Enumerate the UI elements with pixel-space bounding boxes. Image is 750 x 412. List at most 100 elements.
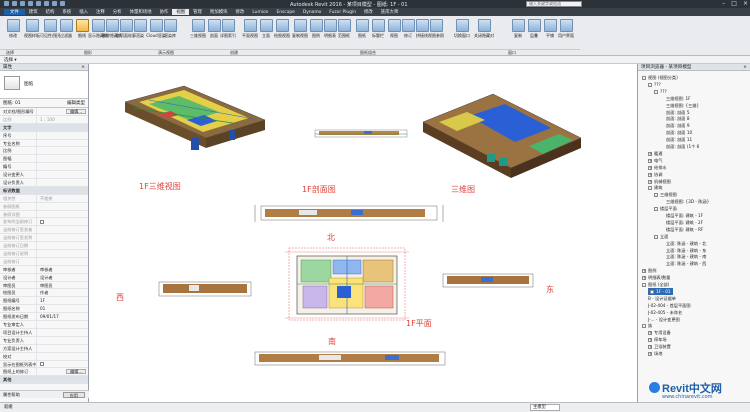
ribbon-button[interactable]: 渲染库 xyxy=(160,18,180,48)
property-value[interactable] xyxy=(37,226,88,233)
property-row[interactable]: 图幅 xyxy=(0,155,88,164)
property-row[interactable]: 设计者 设计者 xyxy=(0,273,88,282)
undo-icon[interactable] xyxy=(28,1,33,6)
expand-icon[interactable]: + xyxy=(648,165,652,170)
menu-tab[interactable]: Dynamo xyxy=(299,10,325,15)
apply-button[interactable]: 应用 xyxy=(62,392,85,398)
3d-view-1f[interactable] xyxy=(124,85,266,150)
menu-tab[interactable]: 文件 xyxy=(4,9,25,15)
app-icon[interactable] xyxy=(4,1,9,6)
expand-icon[interactable]: + xyxy=(648,151,652,156)
property-row[interactable]: 专业审定人 xyxy=(0,321,88,329)
property-value[interactable]: 1 : 100 xyxy=(37,116,88,123)
property-section[interactable]: 标识数据 xyxy=(0,186,88,195)
property-value[interactable] xyxy=(37,258,88,265)
property-row[interactable]: 专业负责人 xyxy=(0,336,88,345)
property-row[interactable]: 参照图纸 xyxy=(0,202,88,211)
elevation-north[interactable] xyxy=(254,205,444,222)
property-value[interactable] xyxy=(37,218,88,225)
3d-view-icon[interactable] xyxy=(60,1,65,6)
property-row[interactable]: 方案设计主持人 xyxy=(0,344,88,353)
menu-tab[interactable]: 系统 xyxy=(58,9,75,15)
floor-plan-1f[interactable] xyxy=(285,247,409,321)
property-value[interactable]: 09/01/17 xyxy=(37,313,88,320)
menu-tab[interactable]: 体量和场地 xyxy=(126,9,156,15)
property-row[interactable]: 当前修订日期 xyxy=(0,242,88,251)
expand-icon[interactable]: + xyxy=(648,338,652,343)
minimize-icon[interactable]: – xyxy=(722,0,725,7)
collapse-icon[interactable]: - xyxy=(654,193,658,198)
print-icon[interactable] xyxy=(44,1,49,6)
menu-tab[interactable]: 注释 xyxy=(92,9,109,15)
collapse-icon[interactable]: - xyxy=(648,82,652,87)
property-row[interactable]: 图纸名称 01 xyxy=(0,305,88,314)
property-value[interactable] xyxy=(37,155,88,162)
property-value[interactable] xyxy=(37,147,88,154)
close-icon[interactable]: × xyxy=(743,0,748,7)
3d-view-overall[interactable] xyxy=(422,93,582,178)
menu-tab[interactable]: Enscape xyxy=(272,10,298,15)
collapse-icon[interactable]: - xyxy=(654,207,658,212)
property-value[interactable]: 审核者 xyxy=(37,266,88,273)
property-value[interactable] xyxy=(37,132,88,139)
menu-tab[interactable]: 协作 xyxy=(156,9,173,15)
collapse-icon[interactable]: - xyxy=(642,324,646,329)
menu-tab[interactable]: 管理 xyxy=(189,9,206,15)
property-row[interactable]: 绘图员 作者 xyxy=(0,289,88,298)
menu-tab[interactable]: Fuzor Plugin xyxy=(325,10,360,15)
collapse-icon[interactable]: - xyxy=(654,234,658,239)
property-value[interactable]: 1F xyxy=(37,297,88,304)
property-row[interactable]: 项目设计主持人 xyxy=(0,328,88,337)
property-row[interactable]: 编号 xyxy=(0,163,88,172)
menu-tab[interactable]: 插入 xyxy=(75,9,92,15)
menu-tab[interactable]: 结构 xyxy=(42,9,59,15)
expand-icon[interactable]: + xyxy=(648,331,652,336)
property-row[interactable]: 参照详图 xyxy=(0,210,88,219)
select-dropdown[interactable]: 选择 ▾ xyxy=(4,57,17,63)
property-row[interactable]: 对文档/图形编号 编辑... xyxy=(0,108,88,116)
expand-icon[interactable]: + xyxy=(650,289,654,294)
ribbon-button[interactable]: 视图参照 xyxy=(426,18,446,48)
property-row[interactable]: 设计变更人 xyxy=(0,171,88,180)
property-row[interactable]: 图纸发布日期 09/01/17 xyxy=(0,313,88,322)
ribbon-button[interactable]: 切换窗口 xyxy=(452,18,472,48)
browser-tree-item[interactable]: J-... - 设计变更图 xyxy=(648,316,680,323)
property-checkbox[interactable] xyxy=(40,362,44,366)
property-value[interactable] xyxy=(37,171,88,178)
menu-tab[interactable]: 附加模块 xyxy=(206,9,232,15)
ribbon-button[interactable]: 关闭隐藏对象 xyxy=(474,18,494,48)
elevation-east[interactable] xyxy=(442,273,534,288)
property-row[interactable]: 专业名称 xyxy=(0,139,88,148)
browser-tree-item[interactable]: 楼层平面: 建筑 - RF xyxy=(666,226,703,233)
collapse-icon[interactable]: - xyxy=(654,89,658,94)
browser-tree-item[interactable]: 立面: 陈涵 - 建筑 - 西 xyxy=(666,260,706,267)
property-row[interactable]: 序号 xyxy=(0,131,88,140)
ribbon-button[interactable]: 用户界面 xyxy=(556,18,576,48)
save-icon[interactable] xyxy=(20,1,25,6)
property-value[interactable] xyxy=(37,329,88,336)
property-value[interactable] xyxy=(37,179,88,186)
property-row[interactable]: 校对 xyxy=(0,352,88,361)
menu-tab[interactable]: 修改 xyxy=(232,9,249,15)
search-input[interactable]: 键入关键字或短语 xyxy=(526,1,582,7)
property-row[interactable]: 当前修订签发者 xyxy=(0,226,88,235)
ribbon-button[interactable]: 修改 xyxy=(3,18,23,48)
property-row[interactable]: 当前修订说明 xyxy=(0,250,88,258)
property-value[interactable]: 作者 xyxy=(37,289,88,296)
menu-tab[interactable]: 分析 xyxy=(109,9,126,15)
property-value[interactable]: 设计者 xyxy=(37,274,88,281)
property-section[interactable]: 文字 xyxy=(0,123,88,132)
property-row[interactable]: 设计负责人 xyxy=(0,179,88,187)
type-selector[interactable]: 图纸 xyxy=(0,71,88,99)
collapse-icon[interactable]: - xyxy=(648,186,652,191)
maximize-icon[interactable]: □ xyxy=(731,0,737,7)
property-value[interactable] xyxy=(37,203,88,210)
expand-icon[interactable]: + xyxy=(648,172,652,177)
menu-tab[interactable]: 修改 xyxy=(360,9,377,15)
property-row[interactable]: 审图员 审图员 xyxy=(0,281,88,290)
property-row[interactable]: 当前修订 xyxy=(0,257,88,266)
property-row[interactable]: 图纸编号 1F xyxy=(0,297,88,306)
property-value[interactable] xyxy=(37,361,88,368)
property-value[interactable]: 编辑... xyxy=(37,368,88,375)
property-value[interactable] xyxy=(37,321,88,328)
